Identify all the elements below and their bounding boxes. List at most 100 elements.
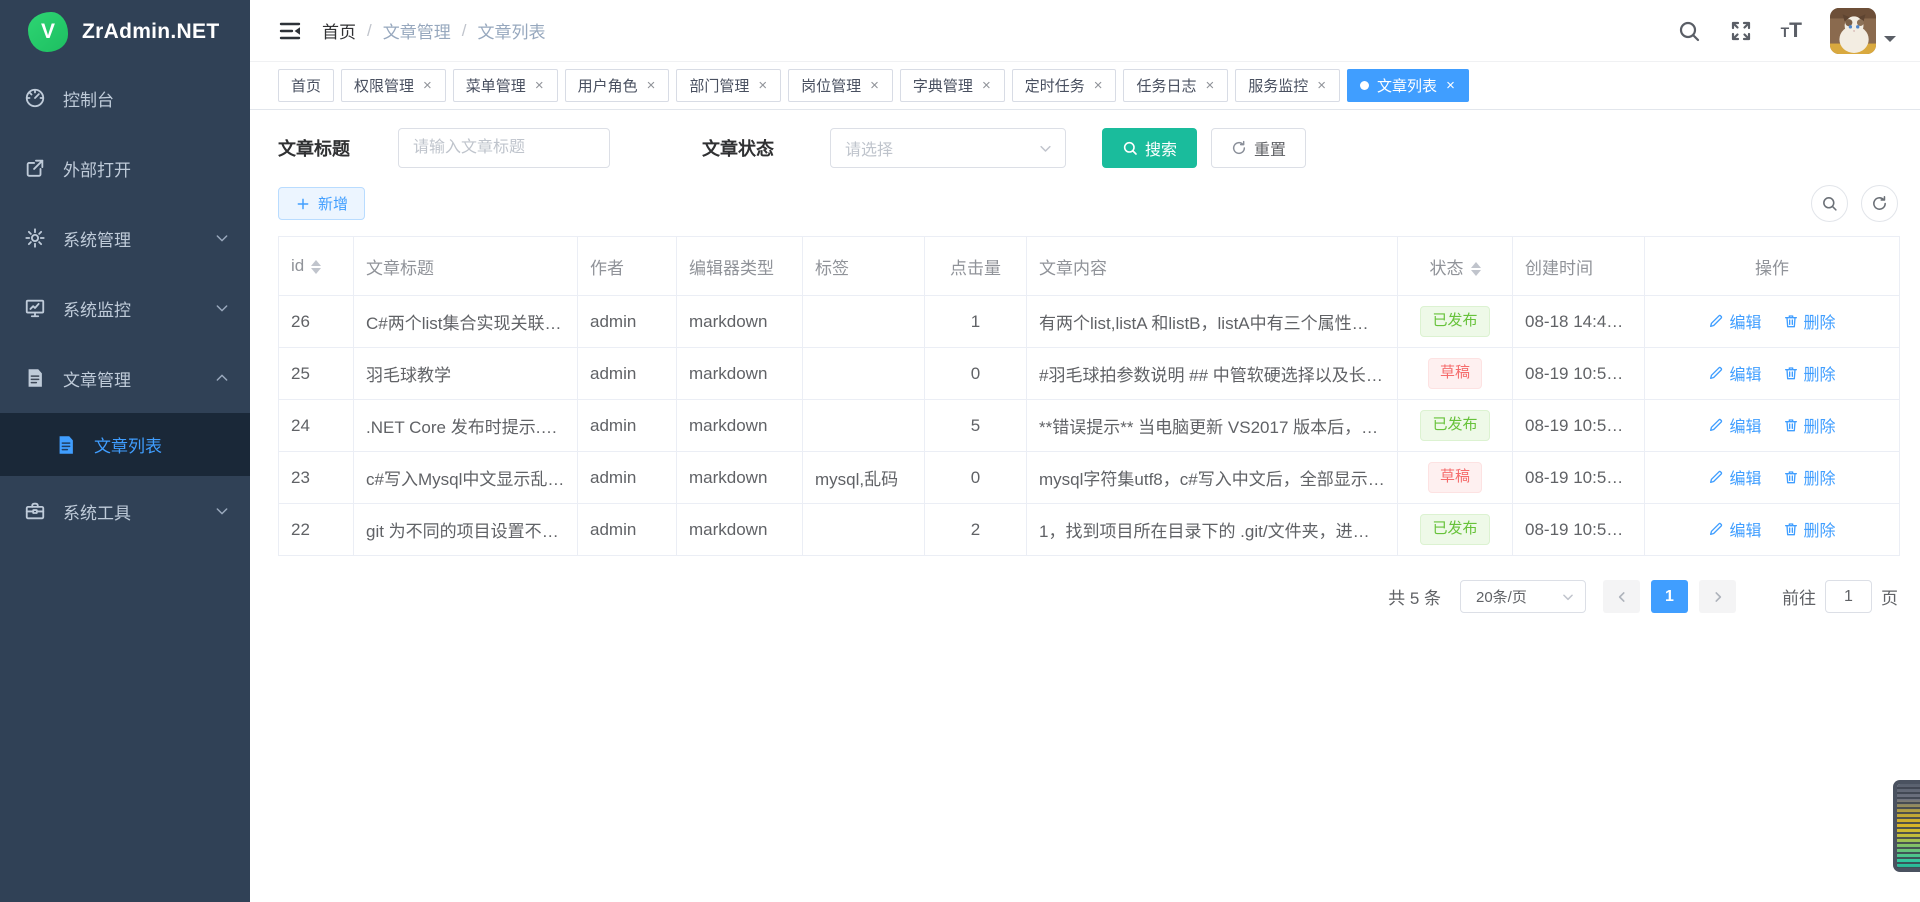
- select-placeholder: 请选择: [845, 136, 893, 160]
- edit-button[interactable]: 编辑: [1708, 309, 1761, 333]
- column-header-标签: 标签: [803, 237, 925, 296]
- cell-content: #羽毛球拍参数说明 ## 中管软硬选择以及长度介...: [1027, 348, 1398, 400]
- sort-caret-icon[interactable]: [1471, 262, 1481, 276]
- cell-editor: markdown: [677, 504, 803, 556]
- tab-10[interactable]: 文章列表 ×: [1347, 69, 1469, 102]
- document-icon: [24, 367, 46, 389]
- close-icon[interactable]: ×: [1093, 78, 1104, 93]
- tab-label: 权限管理: [354, 75, 414, 96]
- tab-label: 首页: [291, 75, 321, 96]
- close-icon[interactable]: ×: [981, 78, 992, 93]
- search-icon[interactable]: [1677, 19, 1701, 43]
- page-size-select[interactable]: 20条/页: [1460, 580, 1586, 613]
- filter-form: 文章标题 文章状态 请选择 搜索: [278, 128, 1898, 168]
- cell-title: c#写入Mysql中文显示乱码 ...: [354, 452, 578, 504]
- cell-tags: mysql,乱码: [803, 452, 925, 504]
- sidebar-collapse-icon[interactable]: [278, 19, 302, 43]
- column-header-状态[interactable]: 状态: [1398, 237, 1513, 296]
- cell-created: 08-19 10:51:22: [1513, 504, 1645, 556]
- sidebar-item-4[interactable]: 文章管理: [0, 343, 250, 413]
- fullscreen-icon[interactable]: [1729, 19, 1753, 43]
- mini-scroll-widget[interactable]: [1893, 780, 1920, 872]
- close-icon[interactable]: ×: [534, 78, 545, 93]
- column-header-点击量: 点击量: [925, 237, 1027, 296]
- tab-1[interactable]: 权限管理 ×: [341, 69, 446, 102]
- delete-button[interactable]: 删除: [1783, 465, 1836, 489]
- sidebar-item-3[interactable]: 系统监控: [0, 273, 250, 343]
- page-number-button[interactable]: 1: [1651, 580, 1688, 613]
- avatar[interactable]: [1830, 8, 1876, 54]
- cell-title: 羽毛球教学: [354, 348, 578, 400]
- sidebar-item-2[interactable]: 系统管理: [0, 203, 250, 273]
- cell-id: 23: [279, 452, 354, 504]
- cell-status: 已发布: [1398, 400, 1513, 452]
- next-page-button[interactable]: [1699, 580, 1736, 613]
- cell-clicks: 5: [925, 400, 1027, 452]
- refresh-icon[interactable]: [1861, 185, 1898, 222]
- sidebar-item-1[interactable]: 外部打开: [0, 133, 250, 203]
- close-icon[interactable]: ×: [1205, 78, 1216, 93]
- cell-id: 25: [279, 348, 354, 400]
- close-icon[interactable]: ×: [646, 78, 657, 93]
- close-icon[interactable]: ×: [1316, 78, 1327, 93]
- cell-tags: [803, 400, 925, 452]
- tab-2[interactable]: 菜单管理×: [453, 69, 558, 102]
- tab-3[interactable]: 用户角色×: [565, 69, 670, 102]
- search-button[interactable]: 搜索: [1102, 128, 1197, 168]
- tab-label: 文章列表: [1377, 75, 1437, 96]
- delete-button[interactable]: 删除: [1783, 413, 1836, 437]
- cell-tags: [803, 296, 925, 348]
- goto-page-input[interactable]: [1825, 580, 1872, 613]
- chevron-down-icon: [214, 503, 230, 519]
- delete-button[interactable]: 删除: [1783, 517, 1836, 541]
- sidebar-item-0[interactable]: 控制台: [0, 63, 250, 133]
- cell-tags: [803, 504, 925, 556]
- tab-7[interactable]: 定时任务×: [1012, 69, 1117, 102]
- user-menu[interactable]: [1830, 8, 1896, 54]
- breadcrumb-home[interactable]: 首页: [322, 18, 356, 43]
- prev-page-button[interactable]: [1603, 580, 1640, 613]
- tab-5[interactable]: 岗位管理×: [788, 69, 893, 102]
- sort-caret-icon[interactable]: [311, 260, 321, 274]
- edit-button[interactable]: 编辑: [1708, 361, 1761, 385]
- plus-icon: [295, 196, 311, 212]
- close-icon[interactable]: ×: [757, 78, 768, 93]
- tab-4[interactable]: 部门管理×: [676, 69, 781, 102]
- article-title-input[interactable]: [398, 128, 610, 168]
- sidebar-item-label: 系统监控: [63, 296, 131, 321]
- article-status-select[interactable]: 请选择: [830, 128, 1066, 168]
- edit-button[interactable]: 编辑: [1708, 517, 1761, 541]
- reset-button[interactable]: 重置: [1211, 128, 1306, 168]
- close-icon[interactable]: ×: [1445, 78, 1456, 93]
- tab-label: 任务日志: [1136, 75, 1196, 96]
- gear-icon: [24, 227, 46, 249]
- table-row: 22git 为不同的项目设置不同...adminmarkdown21，找到项目所…: [279, 504, 1900, 556]
- add-button[interactable]: 新增: [278, 187, 365, 220]
- tab-0[interactable]: 首页: [278, 69, 334, 102]
- tab-9[interactable]: 服务监控×: [1235, 69, 1340, 102]
- sidebar-item-label: 控制台: [63, 86, 114, 111]
- column-header-id[interactable]: id: [279, 237, 354, 296]
- table-row: 24.NET Core 发布时提示.NET...adminmarkdown5**…: [279, 400, 1900, 452]
- sidebar-item-label: 系统工具: [63, 499, 131, 524]
- monitor-icon: [24, 297, 46, 319]
- cell-author: admin: [578, 296, 677, 348]
- edit-button[interactable]: 编辑: [1708, 465, 1761, 489]
- edit-button[interactable]: 编辑: [1708, 413, 1761, 437]
- tab-6[interactable]: 字典管理×: [900, 69, 1005, 102]
- app-logo: V ZrAdmin.NET: [0, 0, 250, 63]
- main-area: 首页 / 文章管理 / 文章列表 TT: [250, 0, 1920, 902]
- sidebar-subitem-article-list[interactable]: 文章列表: [0, 413, 250, 476]
- text-size-icon[interactable]: TT: [1781, 20, 1802, 41]
- show-search-icon[interactable]: [1811, 185, 1848, 222]
- cell-editor: markdown: [677, 296, 803, 348]
- chevron-down-icon[interactable]: [1884, 36, 1896, 48]
- delete-button[interactable]: 删除: [1783, 361, 1836, 385]
- close-icon[interactable]: ×: [422, 78, 433, 93]
- delete-button[interactable]: 删除: [1783, 309, 1836, 333]
- chevron-down-icon: [214, 300, 230, 316]
- sidebar-submenu: 文章列表: [0, 413, 250, 476]
- close-icon[interactable]: ×: [869, 78, 880, 93]
- sidebar-item-5[interactable]: 系统工具: [0, 476, 250, 546]
- tab-8[interactable]: 任务日志 ×: [1123, 69, 1228, 102]
